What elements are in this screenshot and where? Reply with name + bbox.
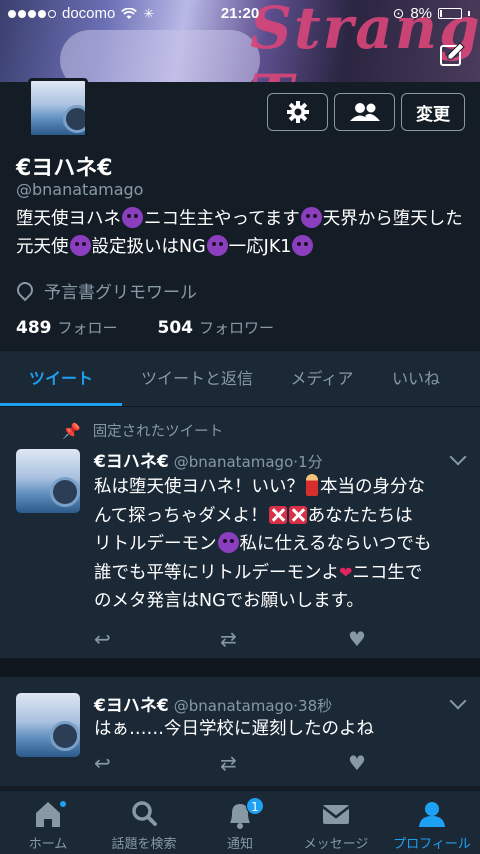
mail-icon [322, 805, 350, 824]
bio-text: 設定扱いはNG [91, 237, 206, 257]
followers-count: 504 [157, 318, 194, 338]
nav-notifications[interactable]: 1 通知 [192, 791, 288, 854]
orientation-lock-icon: ⊙ [392, 5, 405, 21]
banner-art-shape [60, 30, 260, 82]
location-pin-icon [16, 282, 30, 300]
tweet-menu-chevron-icon[interactable] [449, 692, 467, 710]
tweet-avatar[interactable] [16, 449, 80, 513]
status-bar: docomo ✳ 21:20 ⊙ 8% [0, 0, 480, 28]
edit-profile-button[interactable]: 変更 [401, 93, 465, 131]
bottom-navigation: ホーム 話題を検索 1 通知 メッセージ プロフィール [0, 790, 480, 854]
tab-media[interactable]: メディア [272, 351, 372, 407]
notifications-badge: 1 [246, 797, 264, 815]
heart-emoji-icon: ❤ [339, 562, 353, 582]
profile-handle: @bnanatamago [16, 180, 144, 199]
devil-emoji-icon [300, 207, 322, 228]
tweet-time: 38秒 [298, 697, 333, 715]
profile-bio: 堕天使ヨハネ ニコ生主やってます 天界から堕天した元天使 設定扱いはNG 一応JK1 [16, 205, 470, 261]
tweet-actions: ↩ ⇄ ♥ [94, 751, 384, 775]
person-icon [419, 802, 445, 827]
devil-emoji-icon [217, 532, 239, 553]
reply-icon[interactable]: ↩ [94, 751, 111, 775]
nav-home[interactable]: ホーム [0, 791, 96, 854]
pinned-tweet-label: 📌 固定されたツイート [62, 421, 224, 441]
tweet-card[interactable]: €ヨハネ€ @bnanatamago·38秒 はぁ……今日学校に遅刻したのよね … [0, 676, 480, 786]
tweet-time: 1分 [298, 453, 323, 471]
following-stat[interactable]: 489 フォロー [16, 317, 118, 338]
followers-stat[interactable]: 504 フォロワー [158, 317, 275, 338]
profile-avatar[interactable] [28, 78, 88, 138]
gear-icon [286, 101, 309, 123]
tweet-author-name: €ヨハネ€ [94, 452, 169, 472]
tweet-avatar[interactable] [16, 693, 80, 757]
home-icon [36, 802, 60, 827]
tweet-menu-chevron-icon[interactable] [449, 448, 467, 466]
tab-tweets[interactable]: ツイート [0, 351, 122, 407]
tweet-actions: ↩ ⇄ ♥ [94, 627, 384, 651]
bio-text: 堕天使ヨハネ [16, 209, 121, 229]
tweet-header: €ヨハネ€ @bnanatamago·1分 [94, 452, 323, 472]
people-icon [349, 103, 380, 121]
devil-emoji-icon [292, 235, 314, 256]
nav-messages[interactable]: メッセージ [288, 791, 384, 854]
profile-stats: 489 フォロー 504 フォロワー [16, 317, 274, 338]
profile-location: 予言書グリモワール [16, 278, 197, 303]
tweet-separator [0, 658, 480, 676]
tweet-header: €ヨハネ€ @bnanatamago·38秒 [94, 696, 333, 716]
lists-button[interactable] [334, 93, 395, 131]
nav-profile[interactable]: プロフィール [384, 791, 480, 854]
tab-likes[interactable]: いいね [372, 351, 460, 407]
edit-banner-icon[interactable] [438, 40, 466, 68]
tweet-card[interactable]: 📌 固定されたツイート €ヨハネ€ @bnanatamago·1分 私は堕天使ヨ… [0, 406, 480, 658]
following-label: フォロー [57, 319, 118, 337]
tweet-author-name: €ヨハネ€ [94, 696, 169, 716]
retweet-icon[interactable]: ⇄ [220, 627, 237, 651]
battery-percent: 8% [410, 5, 432, 22]
following-count: 489 [16, 318, 52, 338]
settings-button[interactable] [267, 93, 328, 131]
location-text: 予言書グリモワール [44, 283, 197, 303]
tweet-author-handle: @bnanatamago [173, 453, 294, 471]
pin-icon: 📌 [62, 421, 81, 440]
nav-search[interactable]: 話題を検索 [96, 791, 192, 854]
devil-emoji-icon [69, 235, 91, 256]
bio-text: ニコ生主やってます [144, 209, 300, 229]
tweet-author-handle: @bnanatamago [173, 697, 294, 715]
cross-mark-icon [288, 505, 307, 524]
profile-tabs: ツイート ツイートと返信 メディア いいね [0, 350, 480, 406]
tweet-text: 私は堕天使ヨハネ！いい？ 本当の身分な んて探っちゃダメよ！ あなたたちは リトルデ… [94, 473, 472, 616]
profile-name: €ヨハネ€ [16, 156, 113, 181]
devil-emoji-icon [122, 207, 143, 228]
dancer-emoji-icon [306, 474, 318, 496]
like-icon[interactable]: ♥ [348, 627, 366, 651]
bell-icon [230, 804, 250, 829]
bio-text: 一応JK1 [228, 237, 292, 257]
reply-icon[interactable]: ↩ [94, 627, 111, 651]
cross-mark-icon [268, 505, 287, 524]
tab-tweets-replies[interactable]: ツイートと返信 [122, 351, 272, 407]
home-badge [58, 799, 68, 809]
like-icon[interactable]: ♥ [348, 751, 366, 775]
search-icon [132, 801, 157, 826]
tweet-text: はぁ……今日学校に遅刻したのよね [94, 719, 374, 739]
retweet-icon[interactable]: ⇄ [220, 751, 237, 775]
devil-emoji-icon [206, 235, 228, 256]
followers-label: フォロワー [199, 319, 275, 337]
battery-icon [438, 8, 462, 19]
